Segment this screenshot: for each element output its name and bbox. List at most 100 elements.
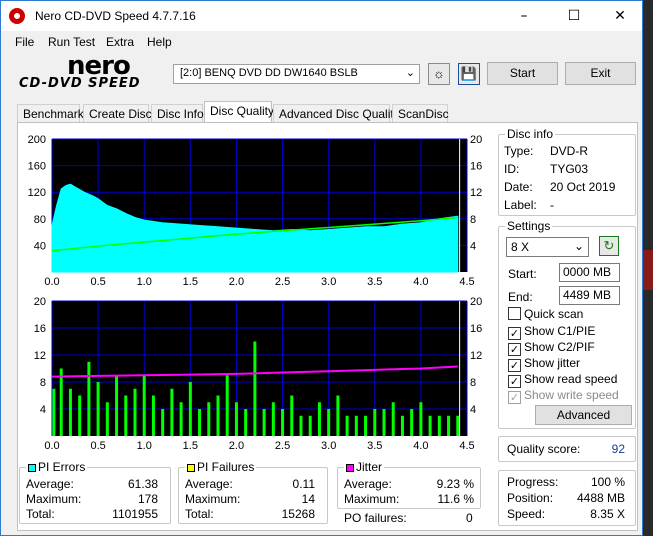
tab-create-disc[interactable]: Create Disc [83,104,152,123]
close-icon[interactable]: ✕ [597,1,643,31]
show-read-speed-checkbox[interactable]: ✓ Show read speed [508,372,617,388]
pi-failures-bar [225,375,229,436]
pi-failures-bar [59,368,63,436]
exit-button[interactable]: Exit [565,62,636,85]
progress-group: Progress: 100 % Position: 4488 MB Speed:… [498,470,636,526]
x-tick-label: 0.5 [90,440,105,452]
disc-id-value: TYG03 [550,162,589,176]
pi-failures-bar [115,375,119,436]
menu-help[interactable]: Help [147,35,172,49]
pi-failures-bar [428,415,432,436]
end-input[interactable]: 4489 MB [559,286,620,305]
tab-advanced-disc-quality[interactable]: Advanced Disc Quality [273,104,400,123]
chevron-down-icon: ⌄ [573,239,584,253]
jitter-avg-label: Average: [344,477,392,491]
chevron-down-icon: ⌄ [405,67,415,79]
y-tick-label: 40 [34,240,46,252]
pi-failures-title: PI Failures [185,460,257,474]
pi-errors-title: PI Errors [26,460,88,474]
pi-failures-bar [244,409,248,436]
progress-value: 100 % [590,475,625,489]
pi-failures-bar [216,395,220,436]
menu-file[interactable]: File [15,35,34,49]
disc-date-value: 20 Oct 2019 [550,180,616,194]
pi-failures-bar [456,415,460,436]
drive-select[interactable]: [2:0] BENQ DVD DD DW1640 BSLB ⌄ [173,64,420,84]
pi-failures-bar [382,409,386,436]
pi-failures-bar [327,409,331,436]
x-tick-label: 3.5 [367,276,382,288]
pi-errors-title-text: PI Errors [38,460,86,474]
x-tick-label: 2.0 [229,276,244,288]
disc-label-label: Label: [504,198,537,212]
y2-tick-label: 4 [470,404,476,416]
pi-failures-bar [133,388,137,436]
pi-failures-bar [52,388,56,436]
y-tick-label: 20 [34,296,46,308]
advanced-button[interactable]: Advanced [535,405,632,425]
disc-type-label: Type: [504,144,534,158]
show-c2-checkbox[interactable]: ✓ Show C2/PIF [508,340,595,356]
pi-failures-bar [281,409,285,436]
tab-benchmark[interactable]: Benchmark [17,104,84,123]
pi-errors-total-label: Total: [26,507,55,521]
jitter-swatch [346,464,354,472]
pi-failures-total-value: 15268 [281,507,315,521]
pi-failures-bar [142,375,146,436]
jitter-group: Jitter Average: 9.23 % Maximum: 11.6 % [337,460,481,509]
menu-run-test[interactable]: Run Test [48,35,95,49]
app-window: Nero CD-DVD Speed 4.7.7.16 – ☐ ✕ File Ru… [0,0,643,536]
maximize-icon[interactable]: ☐ [551,1,597,31]
jitter-title: Jitter [344,460,385,474]
pi-errors-swatch [28,464,36,472]
tab-disc-info[interactable]: Disc Info [151,104,204,123]
pi-failures-swatch [187,464,195,472]
menu-extra[interactable]: Extra [106,35,134,49]
pi-failures-bar [87,361,91,436]
refresh-icon[interactable]: ↻ [599,236,619,256]
x-tick-label: 2.0 [229,440,244,452]
pi-failures-bar [419,402,423,436]
window-title: Nero CD-DVD Speed 4.7.7.16 [35,9,196,23]
jitter-max-label: Maximum: [344,492,400,506]
save-icon[interactable]: 💾 [458,63,480,85]
jitter-title-text: Jitter [356,460,383,474]
tab-scandisc[interactable]: ScanDisc [392,104,449,123]
start-input[interactable]: 0000 MB [559,263,620,282]
pi-failures-chart: 0.0 0.5 1.0 1.5 2.0 2.5 3.0 3.5 4.0 4.5 4 8 12 16 20 4 8… [20,295,492,452]
tab-disc-quality[interactable]: Disc Quality [204,101,274,123]
nero-logo: nero CD-DVD SPEED [17,51,167,95]
pi-errors-max-value: 178 [137,492,158,506]
pi-failures-bar [68,388,72,436]
y2-tick-label: 20 [470,296,482,308]
pi-failures-bar [96,382,100,436]
pi-failures-bar [179,402,183,436]
quality-score-group: Quality score: 92 [498,436,636,462]
x-tick-label: 4.5 [459,440,474,452]
speed-select[interactable]: 8 X ⌄ [506,237,589,257]
disc-date-label: Date: [504,180,533,194]
pi-failures-bar [290,395,294,436]
minimize-icon[interactable]: – [501,1,547,31]
x-tick-label: 1.0 [137,276,152,288]
show-jitter-checkbox[interactable]: ✓ Show jitter [508,356,580,372]
show-jitter-label: Show jitter [524,356,581,370]
x-tick-label: 3.5 [367,440,382,452]
disc-info-icon[interactable]: ☼ [428,63,450,85]
x-tick-label: 4.0 [413,276,428,288]
show-c1-checkbox[interactable]: ✓ Show C1/PIE [508,324,595,340]
y2-tick-label: 16 [470,161,482,173]
quick-scan-checkbox[interactable]: Quick scan [508,307,583,321]
pi-failures-bar [105,402,109,436]
start-button[interactable]: Start [487,62,558,85]
y2-tick-label: 12 [470,350,482,362]
pi-errors-max-label: Maximum: [26,492,82,506]
x-tick-label: 0.5 [90,276,105,288]
y-tick-label: 16 [34,323,46,335]
pi-failures-bar [308,415,312,436]
y2-tick-label: 12 [470,187,482,199]
pi-failures-bar [124,395,128,436]
pi-failures-max-label: Maximum: [185,492,241,506]
disc-label-value: - [550,198,554,212]
menu-bar: File Run Test Extra Help [1,32,642,52]
